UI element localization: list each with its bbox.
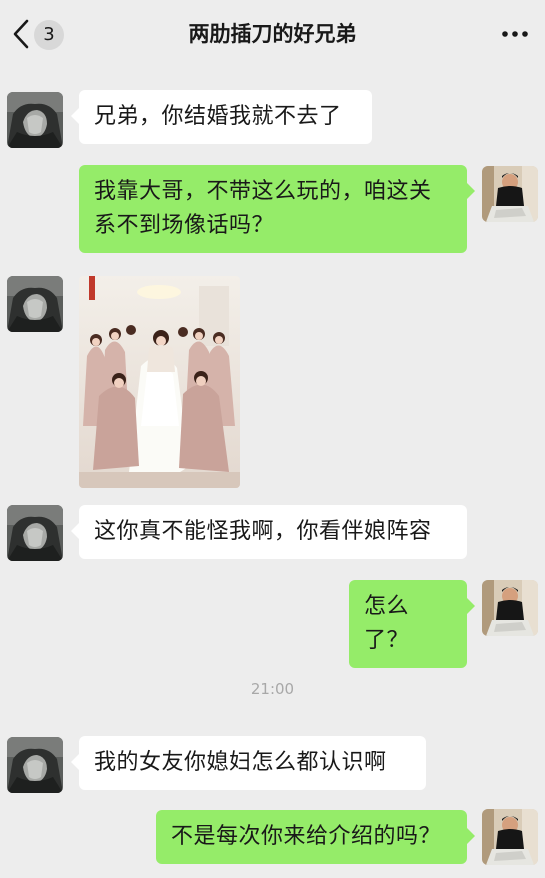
message-bubble-incoming[interactable]: 我的女友你媳妇怎么都认识啊 [71, 736, 426, 790]
my-avatar[interactable] [482, 580, 538, 636]
my-avatar[interactable] [482, 809, 538, 865]
more-dots-icon[interactable] [497, 20, 533, 48]
message-bubble-outgoing[interactable]: 怎么了？ [349, 580, 475, 668]
chat-title: 两肋插刀的好兄弟 [188, 22, 357, 46]
friend-avatar[interactable] [7, 92, 63, 148]
message-bubble-incoming[interactable]: 兄弟，你结婚我就不去了 [71, 90, 372, 144]
friend-avatar[interactable] [7, 505, 63, 561]
message-bubble-outgoing[interactable]: 不是每次你来给介绍的吗？ [156, 810, 475, 864]
message-bubble-incoming[interactable]: 这你真不能怪我啊，你看伴娘阵容 [71, 505, 467, 559]
friend-avatar[interactable] [7, 276, 63, 332]
message-bubble-outgoing[interactable]: 我靠大哥，不带这么玩的，咱这关系不到场像话吗？ [79, 165, 475, 253]
friend-avatar[interactable] [7, 737, 63, 793]
my-avatar[interactable] [482, 166, 538, 222]
chat-header: 3 两肋插刀的好兄弟 [0, 0, 545, 68]
wedding-photo-image[interactable] [79, 276, 240, 488]
message-timestamp: 21:00 [250, 680, 295, 698]
